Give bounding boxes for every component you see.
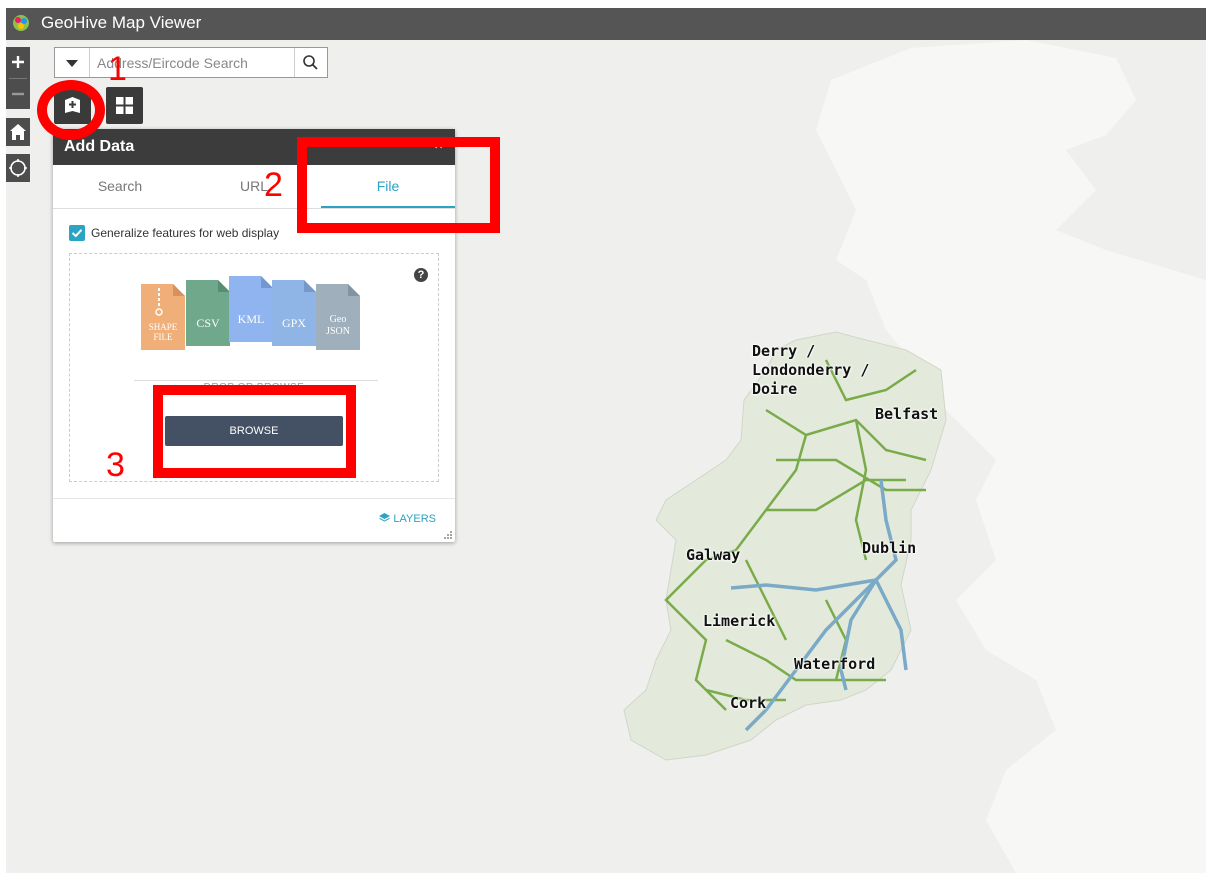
shapefile-type-icon: SHAPE FILE [141,284,185,350]
kml-type-icon: KML [229,276,273,342]
app-window: GeoHive Map Viewer Address/Eircode Searc… [6,8,1206,873]
layers-icon [379,513,391,522]
home-icon [10,124,26,140]
csv-label: CSV [196,316,220,330]
city-label-cork: Cork [730,694,767,712]
panel-header: Add Data × [53,129,455,165]
minus-icon [12,92,24,96]
panel-title: Add Data [64,138,135,155]
search-source-dropdown[interactable] [55,48,90,77]
drop-divider [134,380,378,381]
annotation-number-2: 2 [264,166,283,204]
caret-down-icon [66,60,78,67]
tab-search[interactable]: Search [53,165,187,208]
add-data-tabs: Search URL File [53,165,455,209]
city-label-dublin: Dublin [862,539,917,557]
panel-footer-divider [53,498,455,499]
city-label-limerick: Limerick [703,612,776,630]
add-data-widget-button[interactable] [54,87,91,124]
layers-label: LAYERS [393,513,436,525]
tab-divider [53,208,455,209]
address-search-box [54,47,328,78]
tab-url[interactable]: URL [187,165,321,208]
generalize-label: Generalize features for web display [91,226,280,240]
help-icon[interactable]: ? [414,268,428,282]
title-bar: GeoHive Map Viewer [6,8,1206,40]
gpx-type-icon: GPX [272,280,316,346]
shapefile-label-line1: SHAPE [148,322,178,332]
city-label-waterford: Waterford [794,655,876,673]
geojson-label: Geo JSON [316,314,360,338]
checkmark-icon [71,229,83,238]
city-label-belfast: Belfast [875,405,939,423]
annotation-number-1: 1 [108,50,127,88]
locate-icon [9,159,27,177]
tab-file[interactable]: File [321,165,455,208]
home-button[interactable] [6,118,30,146]
shapefile-label-line2: FILE [153,332,173,342]
gpx-label: GPX [281,316,306,330]
zoom-control [6,47,30,109]
app-title: GeoHive Map Viewer [41,13,202,32]
plus-icon [12,56,24,68]
search-icon [303,55,318,70]
search-button[interactable] [294,48,327,77]
geojson-label-line2: JSON [326,326,350,337]
close-icon[interactable]: × [434,137,443,154]
geojson-label-line1: Geo [329,314,347,325]
add-data-icon [65,97,80,113]
geojson-type-icon: Geo JSON [316,284,360,350]
basemap-gallery-button[interactable] [106,87,143,124]
csv-type-icon: CSV [186,280,230,346]
geohive-logo-icon [13,15,29,31]
zoom-in-button[interactable] [6,47,30,77]
shapefile-label: SHAPE FILE [141,322,185,342]
generalize-checkbox[interactable] [69,225,85,241]
browse-button[interactable]: BROWSE [165,416,343,446]
kml-label: KML [237,312,265,326]
grid-icon [116,97,133,114]
city-label-galway: Galway [686,546,741,564]
zoom-out-button[interactable] [6,79,30,109]
layers-link[interactable]: LAYERS [379,513,436,525]
resize-handle-icon[interactable] [444,531,452,539]
my-location-button[interactable] [6,154,30,182]
annotation-number-3: 3 [106,446,125,484]
city-label-derry: Derry / Londonderry / Doire [752,342,870,398]
drop-or-browse-text: DROP OR BROWSE [203,382,305,393]
